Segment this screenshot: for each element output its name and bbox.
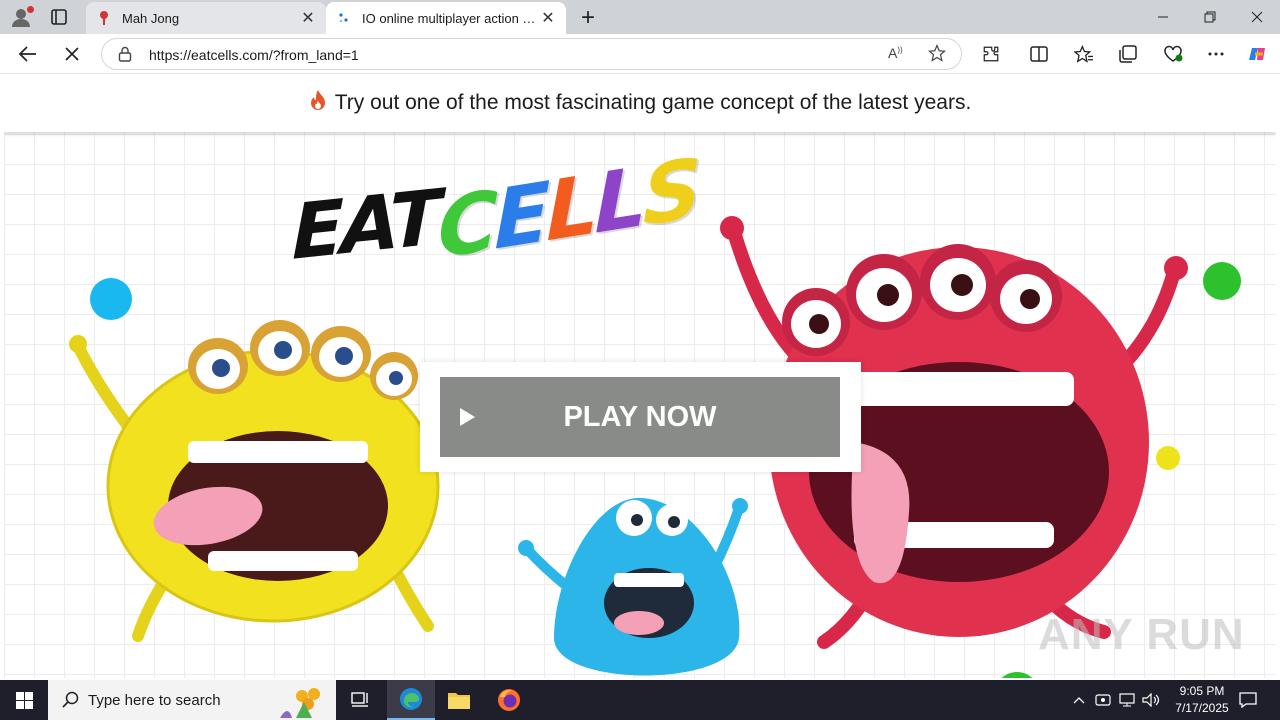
- search-highlight-flowers-icon: [270, 684, 330, 720]
- fire-icon: [309, 89, 327, 117]
- loading-icon: [336, 10, 352, 26]
- clock-date: 7/17/2025: [1175, 701, 1229, 715]
- meet-now-icon[interactable]: [1093, 680, 1113, 720]
- play-icon: [460, 408, 475, 426]
- logo-cells-word: CELLS: [438, 141, 698, 277]
- eat-cells-logo[interactable]: EAT CELLS: [292, 141, 698, 282]
- notification-center-icon[interactable]: [1234, 680, 1262, 720]
- search-placeholder: Type here to search: [88, 691, 221, 709]
- edge-browser-icon[interactable]: [387, 680, 435, 720]
- collections-icon[interactable]: [1113, 40, 1143, 68]
- logo-letter: S: [642, 141, 698, 246]
- show-hidden-icons-chevron-icon[interactable]: [1068, 680, 1090, 720]
- logo-letter: L: [594, 150, 643, 253]
- logo-letter: E: [494, 165, 547, 269]
- stop-loading-icon[interactable]: [57, 40, 87, 68]
- split-screen-icon[interactable]: [1024, 40, 1054, 68]
- blue-monster-illustration: [518, 498, 748, 676]
- profile-avatar[interactable]: [10, 6, 34, 28]
- play-now-container: PLAY NOW: [420, 362, 861, 472]
- search-icon: [62, 691, 80, 714]
- new-tab-icon[interactable]: +: [575, 4, 601, 31]
- restore-icon[interactable]: [1187, 0, 1233, 34]
- play-now-label: PLAY NOW: [563, 400, 717, 433]
- close-icon[interactable]: ✕: [536, 6, 560, 30]
- windows-start-icon[interactable]: [0, 680, 48, 720]
- banner-text: Try out one of the most fascinating game…: [334, 91, 972, 114]
- tab-eatcells[interactable]: IO online multiplayer action game ✕: [326, 2, 566, 34]
- play-now-button[interactable]: PLAY NOW: [440, 377, 840, 457]
- logo-eat-word: EAT: [292, 172, 439, 277]
- logo-letter: L: [546, 157, 595, 261]
- screen: Mah Jong ✕ IO online multiplayer action …: [0, 0, 1280, 720]
- browser-toolbar: https://eatcells.com/?from_land=1 A)): [0, 34, 1280, 74]
- extensions-icon[interactable]: [976, 40, 1006, 68]
- tab-mah-jong[interactable]: Mah Jong ✕: [86, 2, 326, 34]
- network-icon[interactable]: [1116, 680, 1138, 720]
- notification-dot: [27, 6, 34, 13]
- windows-taskbar: Type here to search 9:05 PM 7/17/2025: [0, 680, 1280, 720]
- promo-banner: Try out one of the most fascinating game…: [4, 74, 1276, 132]
- minimize-icon[interactable]: [1140, 0, 1186, 34]
- firefox-icon[interactable]: [485, 680, 533, 720]
- system-clock[interactable]: 9:05 PM 7/17/2025: [1164, 683, 1240, 717]
- taskbar-search-box[interactable]: Type here to search: [48, 680, 336, 720]
- pin-favicon-icon: [96, 10, 112, 26]
- logo-letter: C: [438, 173, 495, 278]
- url-text[interactable]: https://eatcells.com/?from_land=1: [149, 47, 359, 63]
- copilot-icon[interactable]: [1243, 40, 1273, 68]
- yellow-monster-illustration: [69, 320, 440, 642]
- volume-icon[interactable]: [1140, 680, 1162, 720]
- favorite-star-icon[interactable]: [928, 43, 946, 67]
- window-close-icon[interactable]: [1234, 0, 1280, 34]
- tab-title: IO online multiplayer action game: [362, 10, 536, 26]
- more-menu-icon[interactable]: [1201, 40, 1231, 68]
- web-page: Try out one of the most fascinating game…: [4, 74, 1276, 678]
- tab-title: Mah Jong: [122, 10, 180, 26]
- close-icon[interactable]: ✕: [296, 6, 320, 30]
- tab-strip: Mah Jong ✕ IO online multiplayer action …: [0, 0, 1280, 34]
- task-view-icon[interactable]: [336, 680, 384, 720]
- anyrun-watermark: ANY RUN: [1038, 610, 1245, 659]
- tab-actions-icon[interactable]: [50, 8, 68, 26]
- read-aloud-icon[interactable]: A)): [888, 45, 903, 61]
- back-arrow-icon[interactable]: [13, 40, 43, 68]
- favorites-icon[interactable]: [1069, 40, 1099, 68]
- green-cell-dot: [994, 672, 1040, 678]
- address-bar[interactable]: https://eatcells.com/?from_land=1 A)): [101, 38, 962, 70]
- file-explorer-icon[interactable]: [435, 680, 483, 720]
- browser-essentials-icon[interactable]: [1158, 40, 1188, 68]
- clock-time: 9:05 PM: [1179, 684, 1225, 698]
- lock-icon[interactable]: [118, 46, 132, 67]
